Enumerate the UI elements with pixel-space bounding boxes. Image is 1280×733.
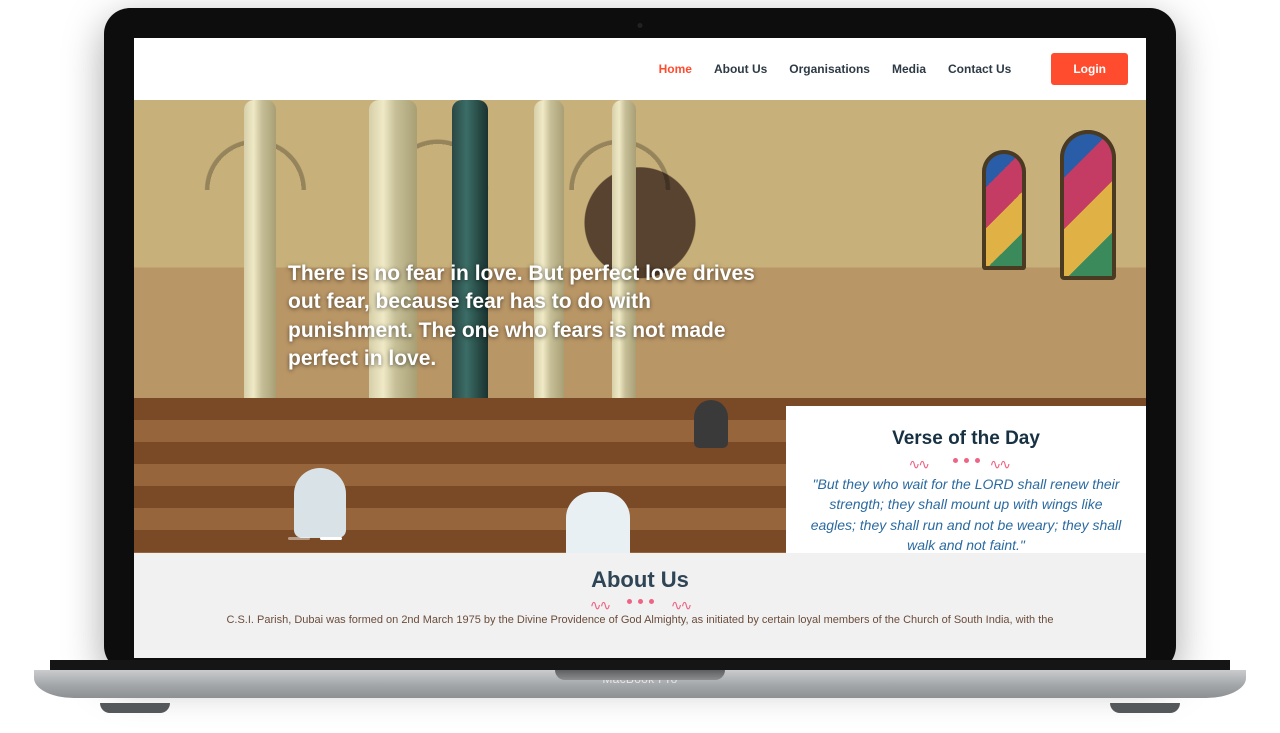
divider-dots <box>627 599 654 604</box>
about-heading: About Us <box>134 567 1146 593</box>
about-us-section: About Us C.S.I. Parish, Dubai was formed… <box>134 553 1146 658</box>
about-body: C.S.I. Parish, Dubai was formed on 2nd M… <box>134 613 1146 628</box>
verse-text: "But they who wait for the LORD shall re… <box>808 474 1124 555</box>
seated-person <box>294 468 346 538</box>
laptop-foot <box>1110 703 1180 713</box>
squiggle-icon <box>909 456 943 464</box>
laptop-bezel: Home About Us Organisations Media Contac… <box>104 8 1176 672</box>
laptop-foot <box>100 703 170 713</box>
nav-organisations[interactable]: Organisations <box>789 62 870 76</box>
stained-glass-window <box>982 150 1026 270</box>
nav-about-us[interactable]: About Us <box>714 62 767 76</box>
main-nav: Home About Us Organisations Media Contac… <box>659 53 1128 85</box>
carousel-indicators <box>288 537 342 540</box>
website: Home About Us Organisations Media Contac… <box>134 38 1146 658</box>
carousel-dot-active[interactable] <box>320 537 342 540</box>
squiggle-icon <box>664 597 698 605</box>
trackpad-notch <box>555 670 725 680</box>
laptop-screen: Home About Us Organisations Media Contac… <box>134 38 1146 658</box>
hero-section: There is no fear in love. But perfect lo… <box>134 100 1146 658</box>
hero-quote: There is no fear in love. But perfect lo… <box>288 260 768 373</box>
squiggle-icon <box>990 456 1024 464</box>
verse-heading: Verse of the Day <box>808 428 1124 450</box>
divider-dots <box>953 458 980 463</box>
nav-home[interactable]: Home <box>659 62 692 76</box>
nav-media[interactable]: Media <box>892 62 926 76</box>
stained-glass-window <box>1060 130 1116 280</box>
divider-ornament <box>134 597 1146 605</box>
seated-person <box>694 400 728 448</box>
login-button[interactable]: Login <box>1051 53 1128 85</box>
top-navbar: Home About Us Organisations Media Contac… <box>134 38 1146 100</box>
carousel-dot[interactable] <box>288 537 310 540</box>
divider-ornament <box>808 456 1124 464</box>
squiggle-icon <box>583 597 617 605</box>
nav-contact-us[interactable]: Contact Us <box>948 62 1011 76</box>
laptop-mockup: Home About Us Organisations Media Contac… <box>0 0 1280 733</box>
